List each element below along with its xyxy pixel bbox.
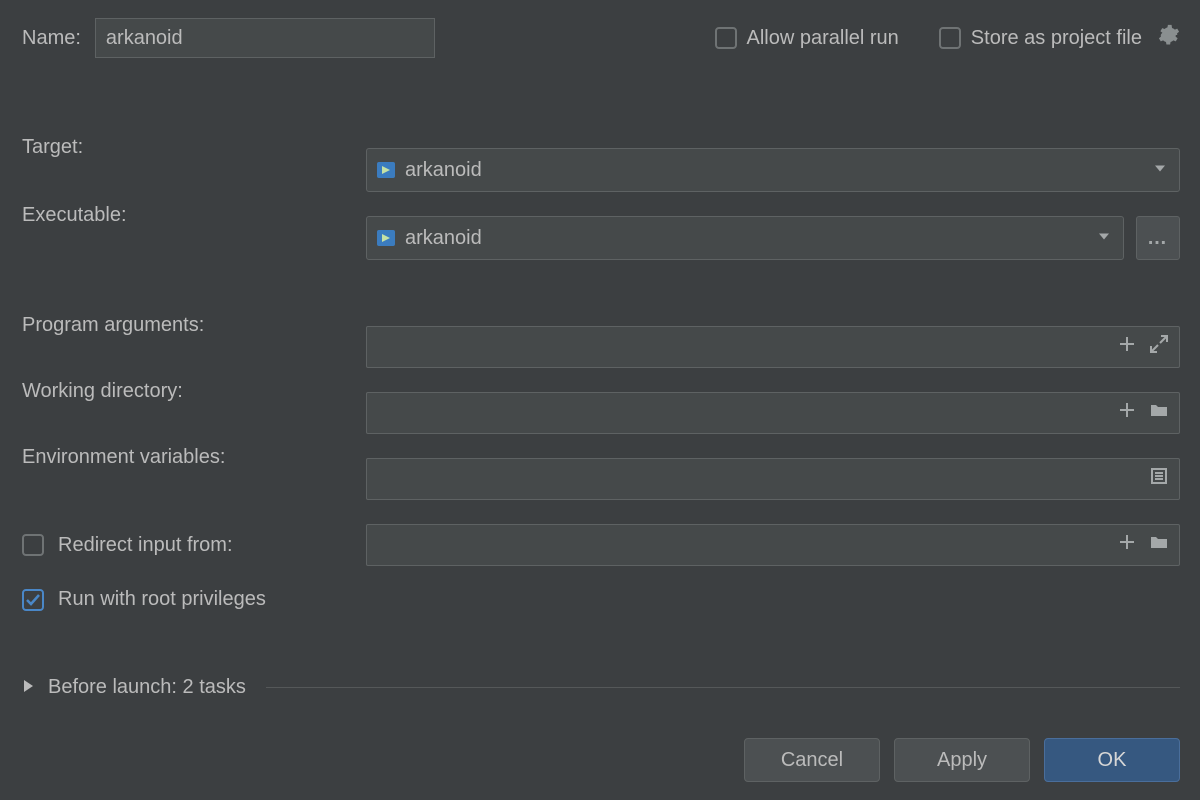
store-project-label: Store as project file (971, 27, 1142, 50)
executable-label: Executable: (22, 204, 352, 272)
insert-macro-icon[interactable] (1117, 400, 1137, 426)
allow-parallel-label: Allow parallel run (747, 27, 899, 50)
redirect-input-input[interactable] (366, 524, 1180, 566)
top-row: Name: Allow parallel run Store as projec… (22, 18, 1180, 58)
name-label: Name: (22, 27, 81, 50)
target-value: arkanoid (405, 159, 1169, 182)
run-icon (377, 230, 395, 246)
allow-parallel-checkbox[interactable] (715, 27, 737, 49)
redirect-input-cell (366, 512, 1180, 578)
working-dir-input[interactable] (366, 392, 1180, 434)
insert-macro-icon[interactable] (1117, 334, 1137, 360)
insert-macro-icon[interactable] (1117, 532, 1137, 558)
working-dir-cell (366, 380, 1180, 446)
footer-buttons: Cancel Apply OK (744, 738, 1180, 782)
root-priv-checkbox[interactable] (22, 589, 44, 611)
executable-cell: arkanoid … (366, 204, 1180, 272)
redirect-input-label: Redirect input from: (58, 534, 233, 557)
apply-button[interactable]: Apply (894, 738, 1030, 782)
folder-icon[interactable] (1149, 532, 1169, 558)
ok-button[interactable]: OK (1044, 738, 1180, 782)
folder-icon[interactable] (1149, 400, 1169, 426)
program-args-input[interactable] (366, 326, 1180, 368)
working-dir-label: Working directory: (22, 380, 352, 446)
cancel-button[interactable]: Cancel (744, 738, 880, 782)
chevron-down-icon (1153, 159, 1167, 182)
form-grid: Target: arkanoid Executable: arkanoid (22, 136, 1180, 611)
expand-icon[interactable] (1149, 334, 1169, 360)
executable-value: arkanoid (405, 227, 1113, 250)
executable-combo[interactable]: arkanoid (366, 216, 1124, 260)
chevron-down-icon (1097, 227, 1111, 250)
allow-parallel-group: Allow parallel run (715, 27, 899, 50)
root-priv-label: Run with root privileges (58, 588, 266, 611)
divider (266, 687, 1180, 688)
store-project-checkbox[interactable] (939, 27, 961, 49)
root-priv-row: Run with root privileges (22, 588, 1180, 611)
redirect-input-checkbox[interactable] (22, 534, 44, 556)
env-vars-label: Environment variables: (22, 446, 352, 512)
run-icon (377, 162, 395, 178)
env-vars-input[interactable] (366, 458, 1180, 500)
triangle-right-icon (22, 676, 34, 699)
gear-icon[interactable] (1158, 24, 1180, 52)
target-combo[interactable]: arkanoid (366, 148, 1180, 192)
ellipsis-icon: … (1147, 227, 1169, 250)
before-launch-section[interactable]: Before launch: 2 tasks (22, 676, 1180, 699)
before-launch-label: Before launch: 2 tasks (48, 676, 246, 699)
target-cell: arkanoid (366, 136, 1180, 204)
executable-browse-button[interactable]: … (1136, 216, 1180, 260)
program-args-cell (366, 314, 1180, 380)
name-input[interactable] (95, 18, 435, 58)
program-args-label: Program arguments: (22, 314, 352, 380)
redirect-input-label-group: Redirect input from: (22, 534, 352, 557)
run-config-panel: Name: Allow parallel run Store as projec… (0, 0, 1200, 800)
list-icon[interactable] (1149, 466, 1169, 492)
target-label: Target: (22, 136, 352, 204)
env-vars-cell (366, 446, 1180, 512)
store-project-group: Store as project file (939, 24, 1180, 52)
